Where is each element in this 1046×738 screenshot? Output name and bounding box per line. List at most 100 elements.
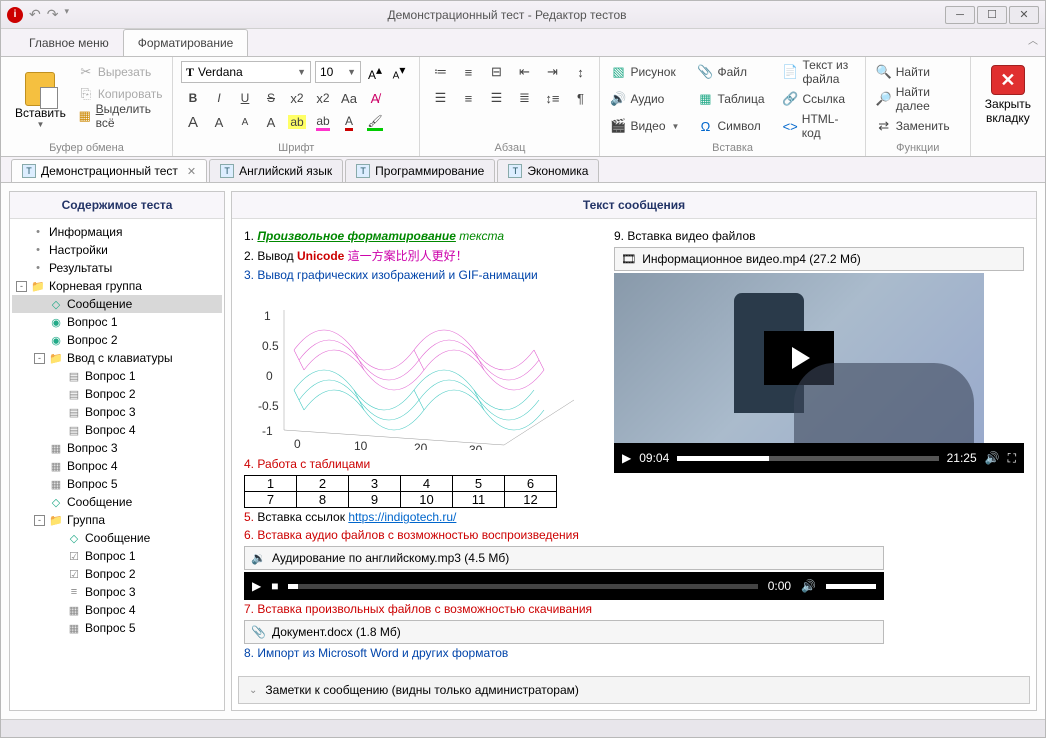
expand-icon[interactable]: -: [16, 281, 27, 292]
sort-button[interactable]: ↕: [568, 61, 592, 83]
doc-attachment[interactable]: 📎Документ.docx (1.8 Мб): [244, 620, 884, 644]
tree-node[interactable]: ▤Вопрос 4: [12, 421, 222, 439]
paste-button[interactable]: Вставить ▼: [9, 61, 72, 140]
tree-node[interactable]: •Информация: [12, 223, 222, 241]
volume-icon[interactable]: 🔊: [801, 579, 816, 593]
tree-node[interactable]: -📁Корневая группа: [12, 277, 222, 295]
italic-button[interactable]: I: [207, 87, 231, 109]
outdent-button[interactable]: ⇤: [512, 61, 536, 83]
underline-button[interactable]: U: [233, 87, 257, 109]
tree-node[interactable]: ▦Вопрос 5: [12, 475, 222, 493]
maximize-button[interactable]: ☐: [977, 6, 1007, 24]
video-seek[interactable]: [677, 456, 938, 461]
replace-button[interactable]: ⇄Заменить: [874, 115, 962, 137]
para-marks-button[interactable]: ¶: [568, 87, 592, 109]
doc-tab[interactable]: TАнглийский язык: [209, 159, 343, 182]
font-family-select[interactable]: TVerdana▼: [181, 61, 311, 83]
shrink-font-button[interactable]: A▾: [389, 63, 409, 81]
tab-formatting[interactable]: Форматирование: [123, 29, 249, 56]
tree-node[interactable]: ◉Вопрос 1: [12, 313, 222, 331]
tree-node[interactable]: ▦Вопрос 3: [12, 439, 222, 457]
tree-node[interactable]: -📁Ввод с клавиатуры: [12, 349, 222, 367]
tree-node[interactable]: ▤Вопрос 1: [12, 367, 222, 385]
tree-node[interactable]: ▤Вопрос 3: [12, 403, 222, 421]
tree-node[interactable]: ≡Вопрос 3: [12, 583, 222, 601]
undo-icon[interactable]: ↶: [29, 6, 41, 23]
highlight-yellow-button[interactable]: ab: [285, 111, 309, 133]
tree-node[interactable]: ☑Вопрос 1: [12, 547, 222, 565]
editor-area[interactable]: 1. Произвольное форматирование текста 2.…: [232, 219, 1036, 670]
cut-button[interactable]: ✂Вырезать: [76, 61, 165, 83]
insert-file-button[interactable]: 📎Файл: [695, 61, 766, 83]
audio-seek[interactable]: [288, 584, 757, 589]
align-center-button[interactable]: ≡: [456, 87, 480, 109]
font-color-button[interactable]: A: [337, 111, 361, 133]
tiny-a-button[interactable]: A: [233, 111, 257, 133]
expand-icon[interactable]: -: [34, 515, 45, 526]
small-a-button[interactable]: A: [207, 111, 231, 133]
video-controls[interactable]: ▶ 09:04 21:25 🔊 ⛶: [614, 443, 1024, 473]
superscript-button[interactable]: x2: [311, 87, 335, 109]
close-tab-button[interactable]: ✕ Закрыть вкладку: [979, 61, 1037, 154]
tree-node[interactable]: ▦Вопрос 5: [12, 619, 222, 637]
external-link[interactable]: https://indigotech.ru/: [348, 510, 456, 524]
insert-link-button[interactable]: 🔗Ссылка: [781, 88, 857, 110]
close-tab-icon[interactable]: ✕: [187, 165, 196, 178]
insert-picture-button[interactable]: ▧Рисунок: [608, 61, 681, 83]
tree-node[interactable]: ◇Сообщение: [12, 295, 222, 313]
audio-attachment[interactable]: 🔉Аудирование по английскому.mp3 (4.5 Мб): [244, 546, 884, 570]
video-attachment[interactable]: 🎞Информационное видео.mp4 (27.2 Мб): [614, 247, 1024, 271]
doc-tab[interactable]: TДемонстрационный тест✕: [11, 159, 207, 182]
bullets-button[interactable]: ≔: [428, 61, 452, 83]
clear-format-button[interactable]: A̸: [363, 87, 387, 109]
play-icon[interactable]: ▶: [252, 579, 261, 593]
format-link[interactable]: Произвольное форматирование: [257, 229, 456, 243]
align-right-button[interactable]: ☰: [484, 87, 508, 109]
line-spacing-button[interactable]: ↕≡: [540, 87, 564, 109]
insert-html-button[interactable]: <>HTML-код: [781, 115, 857, 137]
tree-node[interactable]: ◇Сообщение: [12, 529, 222, 547]
large-a-button[interactable]: A: [181, 111, 205, 133]
audio-controls[interactable]: ▶ ■ 0:00 🔊: [244, 572, 884, 600]
volume-slider[interactable]: [826, 584, 876, 589]
tree-node[interactable]: ▦Вопрос 4: [12, 457, 222, 475]
find-next-button[interactable]: 🔎Найти далее: [874, 88, 962, 110]
grow-font-button[interactable]: A▴: [365, 63, 385, 82]
align-justify-button[interactable]: ≣: [512, 87, 536, 109]
tree-node[interactable]: ☑Вопрос 2: [12, 565, 222, 583]
char-style-button[interactable]: A: [259, 111, 283, 133]
play-icon[interactable]: ▶: [622, 451, 631, 465]
tree-node[interactable]: ◇Сообщение: [12, 493, 222, 511]
select-all-button[interactable]: ▦Выделить всё: [76, 105, 165, 127]
doc-tab[interactable]: TПрограммирование: [345, 159, 495, 182]
redo-icon[interactable]: ↷: [47, 6, 59, 23]
volume-icon[interactable]: 🔊: [985, 451, 1000, 465]
font-size-select[interactable]: 10▼: [315, 61, 361, 83]
ribbon-collapse-icon[interactable]: ︿: [1028, 32, 1038, 47]
insert-textfile-button[interactable]: 📄Текст из файла: [781, 61, 857, 83]
case-button[interactable]: Aa: [337, 87, 361, 109]
insert-video-button[interactable]: 🎬Видео▼: [608, 115, 681, 137]
highlight-pink-button[interactable]: ab: [311, 111, 335, 133]
tree-node[interactable]: ▦Вопрос 4: [12, 601, 222, 619]
tree-node[interactable]: •Результаты: [12, 259, 222, 277]
insert-audio-button[interactable]: 🔊Аудио: [608, 88, 681, 110]
indent-button[interactable]: ⇥: [540, 61, 564, 83]
numbering-button[interactable]: ≡: [456, 61, 480, 83]
tree-node[interactable]: •Настройки: [12, 241, 222, 259]
tree-node[interactable]: ▤Вопрос 2: [12, 385, 222, 403]
tree-node[interactable]: ◉Вопрос 2: [12, 331, 222, 349]
notes-expander[interactable]: ⌄Заметки к сообщению (видны только админ…: [238, 676, 1030, 704]
tab-main-menu[interactable]: Главное меню: [15, 30, 123, 56]
tree-node[interactable]: -📁Группа: [12, 511, 222, 529]
insert-symbol-button[interactable]: ΩСимвол: [695, 115, 766, 137]
subscript-button[interactable]: x2: [285, 87, 309, 109]
find-button[interactable]: 🔍Найти: [874, 61, 962, 83]
close-button[interactable]: ✕: [1009, 6, 1039, 24]
bold-button[interactable]: B: [181, 87, 205, 109]
doc-tab[interactable]: TЭкономика: [497, 159, 599, 182]
insert-table-button[interactable]: ▦Таблица: [695, 88, 766, 110]
strike-button[interactable]: S: [259, 87, 283, 109]
minimize-button[interactable]: ─: [945, 6, 975, 24]
video-thumbnail[interactable]: [614, 273, 984, 443]
